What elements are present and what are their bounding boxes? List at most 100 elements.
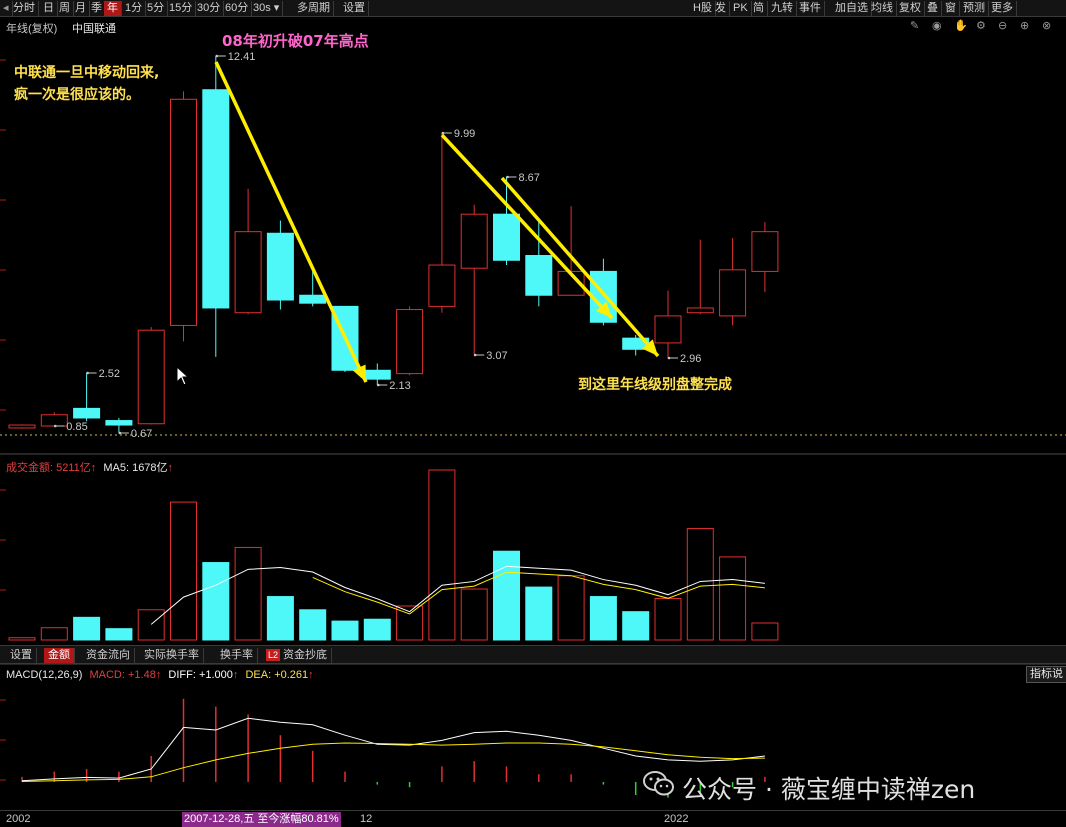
price-label: 12.41 xyxy=(228,51,256,63)
volume-bar xyxy=(686,528,714,641)
price-label: 2.13 xyxy=(389,380,410,392)
tab-label: 换手率 xyxy=(220,649,253,661)
macd-header: MACD(12,26,9) MACD: +1.48↑ DIFF: +1.000↑… xyxy=(6,669,314,681)
volume-bar xyxy=(331,620,359,641)
volume-bar xyxy=(460,588,488,641)
up-arrow-icon: ↑ xyxy=(90,462,97,474)
candle-body xyxy=(137,329,165,425)
volume-bar xyxy=(557,575,585,641)
indicator-tabs: 设置 金额 资金流向 实际换手率 换手率 L2 资金抄底 xyxy=(0,645,1066,664)
annotation-left-note-1: 中联通一旦中移动回来, xyxy=(14,65,160,81)
volume-bar xyxy=(589,596,617,641)
price-label: 2.96 xyxy=(680,353,701,365)
tab-5[interactable]: L2 资金抄底 xyxy=(262,648,333,663)
candle-body xyxy=(363,369,391,380)
up-arrow-icon: ↑ xyxy=(167,462,174,474)
volume-bar xyxy=(719,556,747,641)
price-label-dot xyxy=(473,353,477,357)
candle-body xyxy=(428,264,456,307)
candle-body xyxy=(170,98,197,326)
volume-bar xyxy=(299,609,327,641)
volume-bar xyxy=(622,611,650,641)
annotation-top-title: 08年初升破07年高点 xyxy=(222,32,369,50)
price-label-dot xyxy=(506,175,509,179)
diff-value: DIFF: +1.000 xyxy=(168,669,233,681)
candle-body xyxy=(654,315,682,344)
price-label: 2.52 xyxy=(99,368,120,380)
indicator-help-button[interactable]: 指标说 xyxy=(1026,666,1066,683)
volume-amount-label: 成交金额: 5211亿 xyxy=(6,462,91,474)
candle-body xyxy=(234,231,262,314)
tab-label: 实际换手率 xyxy=(144,649,199,661)
tab-label: 金额 xyxy=(48,649,70,661)
price-label-dot xyxy=(441,131,445,135)
volume-bar xyxy=(40,627,68,641)
l2-badge: L2 xyxy=(266,649,281,661)
price-label-dot xyxy=(667,356,671,360)
price-label: 9.99 xyxy=(454,128,475,140)
candle-body xyxy=(686,307,714,314)
volume-bar xyxy=(234,546,262,641)
candle-body xyxy=(8,424,36,429)
up-arrow-icon: ↑ xyxy=(308,669,314,681)
price-label: 0.85 xyxy=(66,421,87,433)
up-arrow-icon: ↑ xyxy=(232,669,239,681)
tab-2[interactable]: 资金流向 xyxy=(82,648,135,663)
price-label: 8.67 xyxy=(519,172,540,184)
price-label-dot xyxy=(54,424,57,428)
trend-arrow xyxy=(214,61,368,383)
axis-crosshair-date: 2007-12-28,五 至今涨幅80.81% xyxy=(182,812,341,827)
volume-bar xyxy=(363,618,391,641)
volume-bar xyxy=(170,501,197,641)
candle-body xyxy=(396,309,424,375)
tab-label: 设置 xyxy=(10,649,32,661)
macd-name: MACD(12,26,9) xyxy=(6,669,83,681)
volume-header: 成交金额: 5211亿↑ MA5: 1678亿↑ xyxy=(6,459,173,475)
chart-canvas: 0.85 2.52 0.67 12.41 2.13 9.99 3.07 8.67 2.96 xyxy=(0,51,1066,798)
dea-value: DEA: +0.261 xyxy=(245,669,309,681)
tab-label: 资金流向 xyxy=(86,649,130,661)
up-arrow-icon: ↑ xyxy=(155,669,162,681)
watermark: 公众号 · 薇宝缠中读禅zen xyxy=(638,766,1058,804)
candle-body xyxy=(105,420,133,426)
price-label-dot xyxy=(377,383,380,387)
watermark-text: 公众号 · 薇宝缠中读禅zen xyxy=(682,775,976,804)
price-label-dot xyxy=(118,431,122,435)
mouse-pointer-icon xyxy=(176,365,190,391)
volume-bar xyxy=(428,469,456,641)
volume-bar xyxy=(751,622,779,641)
candle-body xyxy=(493,213,520,261)
tab-4[interactable]: 换手率 xyxy=(216,648,258,663)
axis-end-label: 2022 xyxy=(664,813,689,825)
tab-1[interactable]: 金额 xyxy=(44,648,75,663)
candle-body xyxy=(202,89,230,309)
volume-bar xyxy=(654,597,682,641)
volume-bar xyxy=(8,637,36,641)
axis-after-label: 12 xyxy=(360,813,373,825)
tab-label: 资金抄底 xyxy=(283,649,328,661)
volume-bar xyxy=(266,596,294,641)
price-label: 3.07 xyxy=(486,350,507,362)
price-label-dot xyxy=(86,371,89,375)
macd-value: MACD: +1.48 xyxy=(89,669,156,681)
candle-body xyxy=(266,232,294,301)
tab-0[interactable]: 设置 xyxy=(6,648,37,663)
candle-body xyxy=(525,255,553,296)
candle-body xyxy=(460,213,488,269)
volume-bar xyxy=(137,609,165,641)
volume-bar xyxy=(493,550,520,641)
volume-bar xyxy=(73,616,101,641)
annotation-right-note: 到这里年线级别盘整完成 xyxy=(578,377,732,393)
price-label: 0.67 xyxy=(131,428,152,440)
volume-ma5-label: MA5: 1678亿 xyxy=(103,462,168,474)
axis-start-label: 2002 xyxy=(6,813,31,825)
wechat-logo-icon xyxy=(642,770,676,798)
price-label-dot xyxy=(215,54,219,58)
candle-body xyxy=(719,269,747,317)
candle-body xyxy=(299,294,327,304)
time-axis: 2002 2007-12-28,五 至今涨幅80.81% 12 2022 xyxy=(0,810,1066,827)
candle-body xyxy=(751,231,779,272)
candle-body xyxy=(40,414,68,427)
volume-bar xyxy=(105,628,133,641)
tab-3[interactable]: 实际换手率 xyxy=(140,648,204,663)
